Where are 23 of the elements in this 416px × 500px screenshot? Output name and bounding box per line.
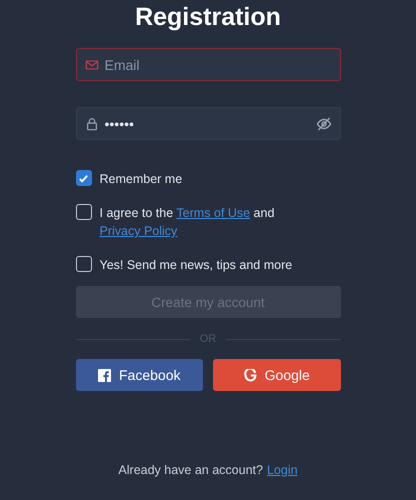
eye-off-icon: [316, 116, 332, 132]
facebook-button[interactable]: Facebook: [76, 359, 203, 391]
checkbox[interactable]: [76, 204, 92, 220]
text-link[interactable]: Privacy Policy: [100, 224, 178, 238]
password-field[interactable]: ••••••: [76, 107, 340, 140]
check-icon: [78, 172, 89, 184]
page-title: Registration: [135, 3, 281, 32]
checkbox[interactable]: [76, 170, 92, 186]
facebook-icon: [98, 368, 111, 382]
lock-icon: [84, 116, 98, 130]
checkbox-label: Remember me: [100, 171, 182, 188]
email-input[interactable]: Email: [104, 56, 332, 72]
text-link[interactable]: Terms of Use: [176, 206, 250, 220]
checkbox[interactable]: [76, 256, 92, 272]
google-button[interactable]: Google: [213, 359, 340, 391]
google-icon: [244, 368, 257, 382]
email-field[interactable]: Email: [76, 48, 340, 81]
password-input[interactable]: ••••••: [104, 116, 310, 132]
envelope-icon: [84, 58, 98, 72]
checkbox-label: Yes! Send me news, tips and more: [100, 257, 292, 274]
login-link[interactable]: Login: [266, 463, 298, 477]
footer-text: Already have an account?: [118, 463, 263, 477]
checkbox-label: I agree to the Terms of Use and Privacy Policy: [100, 205, 276, 240]
